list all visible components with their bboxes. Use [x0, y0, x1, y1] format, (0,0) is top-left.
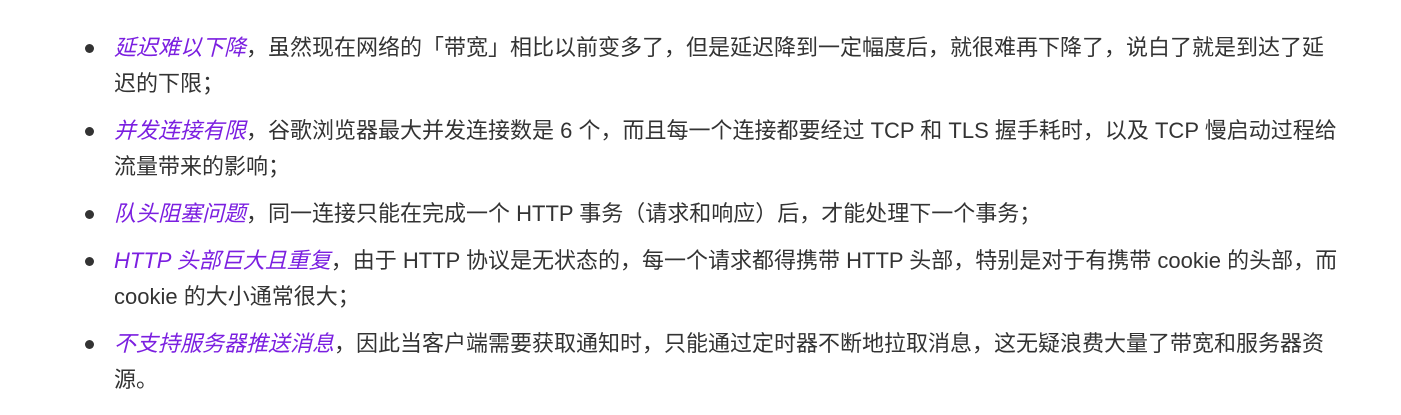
item-text: ，同一连接只能在完成一个 HTTP 事务（请求和响应）后，才能处理下一个事务； [246, 201, 1042, 226]
list-item: 不支持服务器推送消息，因此当客户端需要获取通知时，只能通过定时器不断地拉取消息，… [85, 326, 1342, 398]
list-item: HTTP 头部巨大且重复，由于 HTTP 协议是无状态的，每一个请求都得携带 H… [85, 243, 1342, 315]
item-keyword: 延迟难以下降 [114, 35, 247, 60]
list-item: 队头阻塞问题，同一连接只能在完成一个 HTTP 事务（请求和响应）后，才能处理下… [85, 196, 1342, 232]
item-text: ，谷歌浏览器最大并发连接数是 6 个，而且每一个连接都要经过 TCP 和 TLS… [114, 118, 1337, 179]
item-text: ，虽然现在网络的「带宽」相比以前变多了，但是延迟降到一定幅度后，就很难再下降了，… [114, 35, 1325, 96]
item-keyword: HTTP 头部巨大且重复 [114, 248, 331, 273]
list-item: 并发连接有限，谷歌浏览器最大并发连接数是 6 个，而且每一个连接都要经过 TCP… [85, 113, 1342, 185]
bullet-list: 延迟难以下降，虽然现在网络的「带宽」相比以前变多了，但是延迟降到一定幅度后，就很… [0, 30, 1342, 398]
item-keyword: 队头阻塞问题 [114, 201, 247, 226]
item-keyword: 并发连接有限 [114, 118, 247, 143]
item-keyword: 不支持服务器推送消息 [114, 331, 335, 356]
list-item: 延迟难以下降，虽然现在网络的「带宽」相比以前变多了，但是延迟降到一定幅度后，就很… [85, 30, 1342, 102]
